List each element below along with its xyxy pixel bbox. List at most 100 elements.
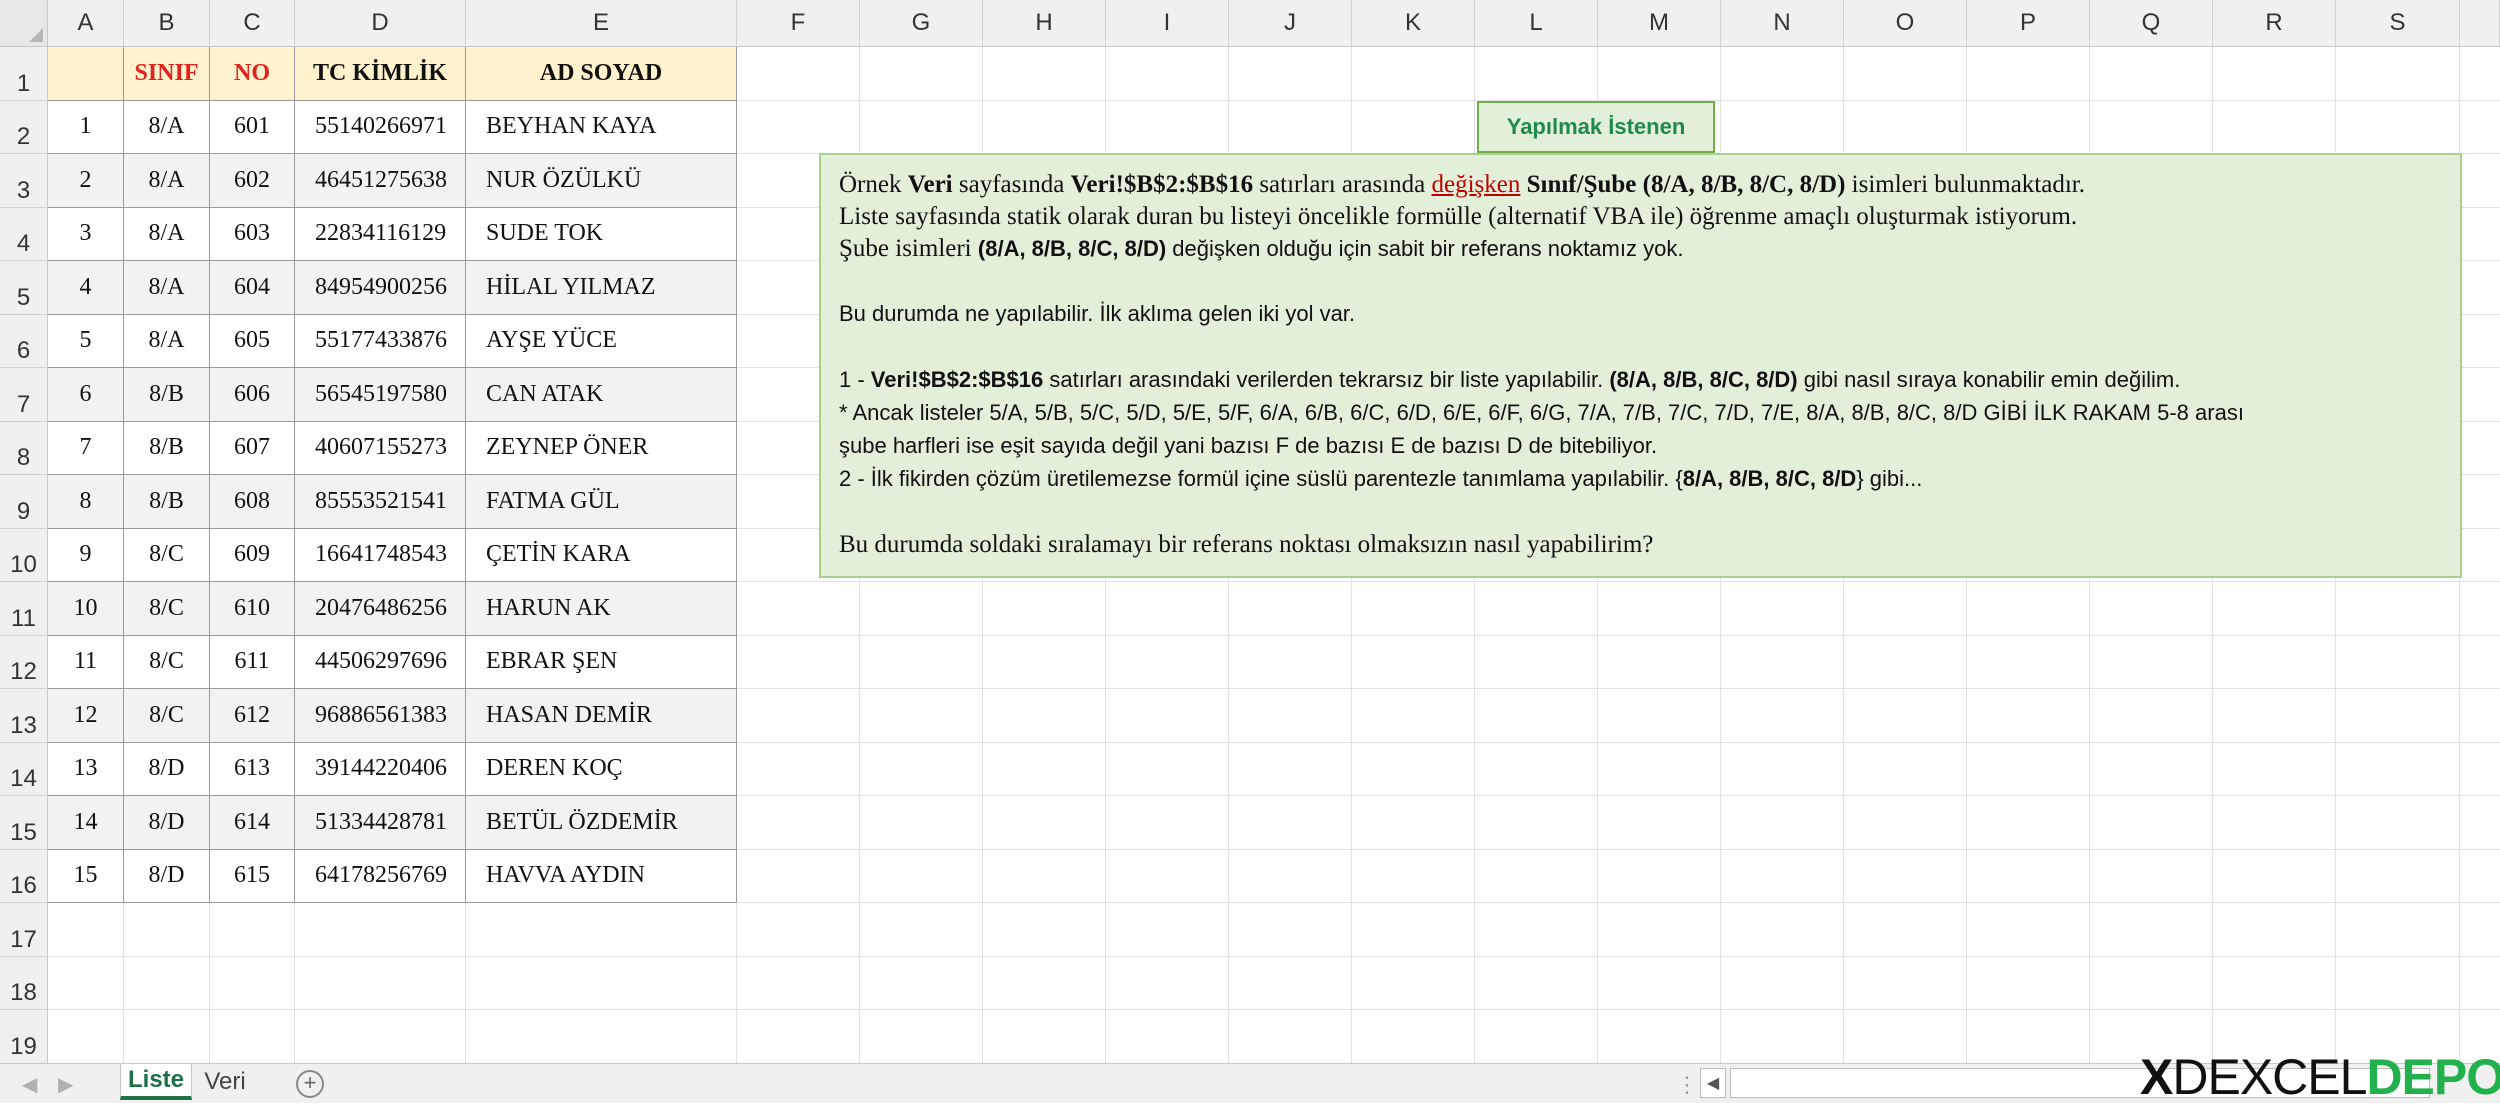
row-header-14[interactable]: 14 bbox=[0, 742, 48, 796]
header-cell-no[interactable]: NO bbox=[210, 47, 295, 101]
table-cell-no[interactable]: 606 bbox=[210, 368, 295, 422]
table-cell-sinif[interactable]: 8/C bbox=[124, 582, 210, 636]
table-cell-sira[interactable]: 8 bbox=[48, 475, 124, 529]
table-cell-ad-soyad[interactable]: HARUN AK bbox=[466, 582, 737, 636]
table-cell-sinif[interactable]: 8/A bbox=[124, 154, 210, 208]
table-cell-sira[interactable]: 6 bbox=[48, 368, 124, 422]
column-header-e[interactable]: E bbox=[466, 0, 737, 47]
tab-liste[interactable]: Liste bbox=[120, 1064, 192, 1100]
table-cell-no[interactable]: 610 bbox=[210, 582, 295, 636]
table-cell-no[interactable]: 604 bbox=[210, 261, 295, 315]
table-cell-tc-kimlik[interactable]: 51334428781 bbox=[295, 796, 466, 850]
table-cell-sinif[interactable]: 8/D bbox=[124, 742, 210, 796]
prev-sheet-icon[interactable]: ◀ bbox=[22, 1072, 37, 1097]
row-header-10[interactable]: 10 bbox=[0, 528, 48, 582]
header-cell-ad-soyad[interactable]: AD SOYAD bbox=[466, 47, 737, 101]
table-cell-no[interactable]: 612 bbox=[210, 689, 295, 743]
column-header-b[interactable]: B bbox=[124, 0, 210, 47]
table-cell-sira[interactable]: 13 bbox=[48, 742, 124, 796]
row-header-12[interactable]: 12 bbox=[0, 635, 48, 689]
column-header-m[interactable]: M bbox=[1598, 0, 1721, 47]
row-header-16[interactable]: 16 bbox=[0, 849, 48, 903]
table-cell-no[interactable]: 601 bbox=[210, 100, 295, 154]
table-cell-ad-soyad[interactable]: BEYHAN KAYA bbox=[466, 100, 737, 154]
table-cell-sinif[interactable]: 8/C bbox=[124, 689, 210, 743]
row-header-1[interactable]: 1 bbox=[0, 47, 48, 101]
column-header-a[interactable]: A bbox=[48, 0, 124, 47]
table-cell-sira[interactable]: 14 bbox=[48, 796, 124, 850]
column-header-g[interactable]: G bbox=[860, 0, 983, 47]
table-cell-no[interactable]: 611 bbox=[210, 635, 295, 689]
table-cell-tc-kimlik[interactable]: 96886561383 bbox=[295, 689, 466, 743]
table-cell-sira[interactable]: 2 bbox=[48, 154, 124, 208]
table-cell-tc-kimlik[interactable]: 16641748543 bbox=[295, 528, 466, 582]
row-header-13[interactable]: 13 bbox=[0, 689, 48, 743]
title-box[interactable]: Yapılmak İstenen bbox=[1477, 101, 1715, 153]
table-cell-sira[interactable]: 4 bbox=[48, 261, 124, 315]
table-cell-sira[interactable]: 3 bbox=[48, 207, 124, 261]
column-header-o[interactable]: O bbox=[1844, 0, 1967, 47]
add-sheet-icon[interactable]: + bbox=[296, 1070, 324, 1098]
table-cell-sinif[interactable]: 8/D bbox=[124, 796, 210, 850]
column-header-h[interactable]: H bbox=[983, 0, 1106, 47]
table-cell-tc-kimlik[interactable]: 40607155273 bbox=[295, 421, 466, 475]
table-cell-tc-kimlik[interactable]: 64178256769 bbox=[295, 849, 466, 903]
table-cell-sinif[interactable]: 8/B bbox=[124, 421, 210, 475]
table-cell-ad-soyad[interactable]: DEREN KOÇ bbox=[466, 742, 737, 796]
table-cell-sinif[interactable]: 8/B bbox=[124, 368, 210, 422]
table-cell-no[interactable]: 613 bbox=[210, 742, 295, 796]
tab-veri[interactable]: Veri bbox=[195, 1064, 255, 1100]
column-header-s[interactable]: S bbox=[2336, 0, 2460, 47]
table-cell-no[interactable]: 615 bbox=[210, 849, 295, 903]
table-cell-ad-soyad[interactable]: CAN ATAK bbox=[466, 368, 737, 422]
table-cell-no[interactable]: 607 bbox=[210, 421, 295, 475]
table-cell-sinif[interactable]: 8/D bbox=[124, 849, 210, 903]
column-header-k[interactable]: K bbox=[1352, 0, 1475, 47]
table-cell-sira[interactable]: 7 bbox=[48, 421, 124, 475]
row-header-3[interactable]: 3 bbox=[0, 154, 48, 208]
table-cell-no[interactable]: 603 bbox=[210, 207, 295, 261]
column-header-c[interactable]: C bbox=[210, 0, 295, 47]
column-header-i[interactable]: I bbox=[1106, 0, 1229, 47]
row-header-6[interactable]: 6 bbox=[0, 314, 48, 368]
table-cell-ad-soyad[interactable]: HASAN DEMİR bbox=[466, 689, 737, 743]
table-cell-sinif[interactable]: 8/A bbox=[124, 100, 210, 154]
table-cell-tc-kimlik[interactable]: 20476486256 bbox=[295, 582, 466, 636]
table-cell-tc-kimlik[interactable]: 55140266971 bbox=[295, 100, 466, 154]
column-header-d[interactable]: D bbox=[295, 0, 466, 47]
header-cell-sira[interactable] bbox=[48, 47, 124, 101]
table-cell-sira[interactable]: 1 bbox=[48, 100, 124, 154]
table-cell-sinif[interactable]: 8/C bbox=[124, 528, 210, 582]
row-header-9[interactable]: 9 bbox=[0, 475, 48, 529]
select-all-corner[interactable] bbox=[0, 0, 48, 47]
table-cell-tc-kimlik[interactable]: 84954900256 bbox=[295, 261, 466, 315]
table-cell-sira[interactable]: 5 bbox=[48, 314, 124, 368]
table-cell-tc-kimlik[interactable]: 44506297696 bbox=[295, 635, 466, 689]
table-cell-sira[interactable]: 10 bbox=[48, 582, 124, 636]
table-cell-sinif[interactable]: 8/B bbox=[124, 475, 210, 529]
row-header-5[interactable]: 5 bbox=[0, 261, 48, 315]
table-cell-ad-soyad[interactable]: SUDE TOK bbox=[466, 207, 737, 261]
column-header-j[interactable]: J bbox=[1229, 0, 1352, 47]
table-cell-tc-kimlik[interactable]: 55177433876 bbox=[295, 314, 466, 368]
table-cell-tc-kimlik[interactable]: 56545197580 bbox=[295, 368, 466, 422]
table-cell-sinif[interactable]: 8/A bbox=[124, 207, 210, 261]
table-cell-sira[interactable]: 12 bbox=[48, 689, 124, 743]
table-cell-no[interactable]: 605 bbox=[210, 314, 295, 368]
table-cell-sinif[interactable]: 8/A bbox=[124, 261, 210, 315]
row-header-7[interactable]: 7 bbox=[0, 368, 48, 422]
row-header-4[interactable]: 4 bbox=[0, 207, 48, 261]
header-cell-sinif[interactable]: SINIF bbox=[124, 47, 210, 101]
header-cell-tc-kimlik[interactable]: TC KİMLİK bbox=[295, 47, 466, 101]
next-sheet-icon[interactable]: ▶ bbox=[58, 1072, 73, 1097]
row-header-19[interactable]: 19 bbox=[0, 1010, 48, 1064]
row-header-15[interactable]: 15 bbox=[0, 796, 48, 850]
table-cell-no[interactable]: 608 bbox=[210, 475, 295, 529]
table-cell-tc-kimlik[interactable]: 85553521541 bbox=[295, 475, 466, 529]
table-cell-no[interactable]: 614 bbox=[210, 796, 295, 850]
row-header-11[interactable]: 11 bbox=[0, 582, 48, 636]
row-header-2[interactable]: 2 bbox=[0, 100, 48, 154]
column-header-q[interactable]: Q bbox=[2090, 0, 2213, 47]
row-header-17[interactable]: 17 bbox=[0, 903, 48, 957]
table-cell-ad-soyad[interactable]: BETÜL ÖZDEMİR bbox=[466, 796, 737, 850]
